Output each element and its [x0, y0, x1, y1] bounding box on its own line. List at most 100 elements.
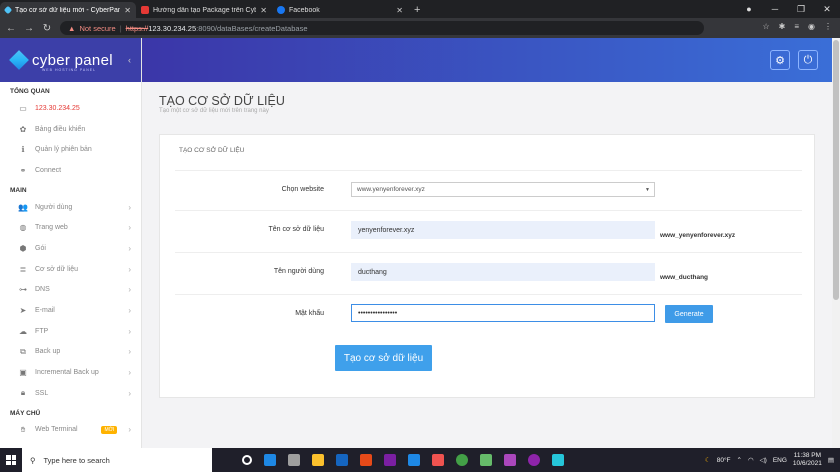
menu-icon[interactable]: ⋮ — [824, 22, 832, 31]
sidebar-item-websites[interactable]: ◍ Trang web › — [0, 217, 141, 238]
sidebar-heading-main: MAIN — [10, 186, 27, 194]
database-icon: ≣ — [19, 264, 27, 274]
skype-icon[interactable] — [408, 454, 420, 466]
sidebar-item-server-ip[interactable]: ▭ 123.30.234.25 — [0, 98, 141, 119]
close-tab-icon[interactable]: ✕ — [260, 6, 267, 15]
minimize-icon[interactable]: ─ — [762, 4, 788, 14]
office-icon[interactable] — [360, 454, 372, 466]
app-paint-icon[interactable] — [552, 454, 564, 466]
app-green-icon[interactable] — [480, 454, 492, 466]
info-icon: ℹ — [21, 145, 25, 155]
sidebar-item-users[interactable]: 👥 Người dùng › — [0, 197, 141, 218]
tab-package-guide[interactable]: Hướng dẫn tạo Package trên Cyb ✕ — [136, 2, 272, 18]
gear-icon: ⚙ — [775, 54, 785, 67]
main-content: TẠO CƠ SỞ DỮ LIỆU Tạo một cơ sở dữ liệu … — [142, 82, 832, 448]
website-select-value: www.yenyenforever.xyz — [357, 186, 425, 193]
app-purple-icon[interactable] — [504, 454, 516, 466]
maximize-icon[interactable]: ❐ — [788, 4, 814, 15]
start-button[interactable] — [0, 448, 22, 472]
new-badge: MỚI — [101, 425, 118, 434]
volume-icon[interactable]: ◁) — [760, 456, 767, 464]
clock-time: 11:38 PM — [793, 452, 822, 459]
edge-icon[interactable] — [264, 454, 276, 466]
url-scheme: https:// — [125, 23, 149, 33]
tray-arrow-icon[interactable]: ⌃ — [737, 456, 742, 464]
chrome-icon[interactable] — [456, 454, 468, 466]
username-row: Tên người dùng ducthang www_ducthang — [175, 252, 802, 294]
username-input-value: ducthang — [358, 268, 387, 276]
username-label: Tên người dùng — [273, 268, 324, 275]
sidebar-item-label: Quản lý phiên bản — [35, 146, 92, 154]
clock[interactable]: 11:38 PM 10/6/2021 — [793, 452, 822, 468]
chevron-right-icon: › — [128, 264, 131, 274]
chevron-right-icon: › — [128, 425, 131, 435]
new-tab-icon[interactable]: + — [414, 4, 420, 16]
window-controls: ● ─ ❐ ✕ — [736, 0, 840, 18]
sidebar-item-web-terminal[interactable]: ✋︎ Web Terminal MỚI › — [0, 420, 141, 441]
close-tab-icon[interactable]: ✕ — [396, 6, 403, 15]
website-select[interactable]: www.yenyenforever.xyz ▼ — [351, 182, 655, 197]
sidebar-item-email[interactable]: ➤ E-mail › — [0, 300, 141, 321]
language-indicator[interactable]: ENG — [773, 457, 787, 464]
forward-icon[interactable]: → — [24, 23, 34, 34]
app-red-icon[interactable] — [432, 454, 444, 466]
sidebar-item-label: Incremental Back up — [35, 369, 99, 377]
teams-icon[interactable] — [384, 454, 396, 466]
reading-list-icon[interactable]: ≡ — [794, 22, 799, 31]
facebook-favicon-icon — [277, 6, 285, 14]
weather-temp[interactable]: 80°F — [717, 457, 731, 464]
mail-icon[interactable] — [336, 454, 348, 466]
create-database-button[interactable]: Tạo cơ sở dữ liệu — [335, 345, 432, 371]
username-input[interactable]: ducthang — [351, 263, 655, 281]
address-bar[interactable]: ▲ Not secure | https://123.30.234.25:809… — [60, 21, 704, 35]
sidebar-item-connect[interactable]: ⚭ Connect — [0, 160, 141, 181]
sidebar-item-dns[interactable]: ⊶ DNS › — [0, 280, 141, 301]
create-database-card: TẠO CƠ SỞ DỮ LIỆU Chọn website www.yenye… — [159, 134, 815, 398]
chevron-right-icon: › — [128, 223, 131, 233]
bookmark-star-icon[interactable]: ☆ — [762, 22, 769, 31]
page-scrollbar[interactable] — [832, 38, 840, 448]
dbname-input[interactable]: yenyenforever.xyz — [351, 221, 655, 239]
sidebar-item-incremental-backup[interactable]: ▣ Incremental Back up › — [0, 362, 141, 383]
sidebar-item-ssl[interactable]: 🔒︎ SSL › — [0, 383, 141, 404]
browser-toolbar: ← → ↻ ▲ Not secure | https://123.30.234.… — [0, 18, 840, 38]
network-icon[interactable]: ◠ — [748, 456, 754, 464]
dbname-label: Tên cơ sở dữ liệu — [268, 226, 325, 233]
tab-facebook[interactable]: Facebook ✕ — [272, 2, 408, 18]
sidebar-item-label: Web Terminal — [35, 426, 78, 434]
close-window-icon[interactable]: ✕ — [814, 4, 840, 15]
sidebar-item-label: E-mail — [35, 307, 55, 315]
collapse-sidebar-icon[interactable]: ‹ — [128, 55, 131, 65]
app-tor-icon[interactable] — [528, 454, 540, 466]
generate-password-button[interactable]: Generate — [665, 305, 713, 323]
cortana-icon[interactable] — [242, 455, 252, 465]
taskbar-apps — [242, 454, 564, 466]
sitemap-icon: ⊶ — [19, 285, 27, 295]
sidebar-item-databases[interactable]: ≣ Cơ sở dữ liệu › — [0, 259, 141, 280]
reload-icon[interactable]: ↻ — [42, 23, 52, 34]
logout-button[interactable]: ⏻ — [798, 50, 818, 70]
sidebar-item-dashboard[interactable]: ✿ Bảng điều khiển — [0, 119, 141, 140]
sidebar-item-label: Connect — [35, 166, 62, 174]
sidebar-item-backup[interactable]: ⧉ Back up › — [0, 342, 141, 363]
brand-logo[interactable]: cyber panel WEB HOSTING PANEL ‹ — [0, 38, 141, 82]
store-icon[interactable] — [288, 454, 300, 466]
sidebar-item-ftp[interactable]: ☁ FTP › — [0, 321, 141, 342]
cyberpanel-favicon-icon — [3, 5, 13, 15]
notification-icon[interactable]: ▤ — [828, 456, 834, 464]
sidebar-item-version[interactable]: ℹ Quản lý phiên bản — [0, 139, 141, 160]
sidebar-item-packages[interactable]: ⬢ Gói › — [0, 238, 141, 259]
password-input[interactable]: •••••••••••••••• — [351, 304, 655, 322]
back-icon[interactable]: ← — [6, 23, 16, 34]
tab-create-database[interactable]: Tạo cơ sở dữ liệu mới - CyberPan ✕ — [0, 2, 136, 18]
sidebar: cyber panel WEB HOSTING PANEL ‹ TỔNG QUA… — [0, 38, 142, 448]
file-explorer-icon[interactable] — [312, 454, 324, 466]
extensions-icon[interactable]: ✱ — [779, 22, 786, 31]
taskbar-search[interactable]: ⚲ Type here to search — [22, 448, 212, 472]
scrollbar-thumb[interactable] — [833, 40, 839, 300]
settings-button[interactable]: ⚙ — [770, 50, 790, 70]
website-label: Chọn website — [281, 186, 324, 193]
close-tab-icon[interactable]: ✕ — [124, 6, 131, 15]
avatar-icon[interactable]: ◉ — [808, 22, 815, 31]
profile-dot-icon[interactable]: ● — [736, 4, 762, 14]
